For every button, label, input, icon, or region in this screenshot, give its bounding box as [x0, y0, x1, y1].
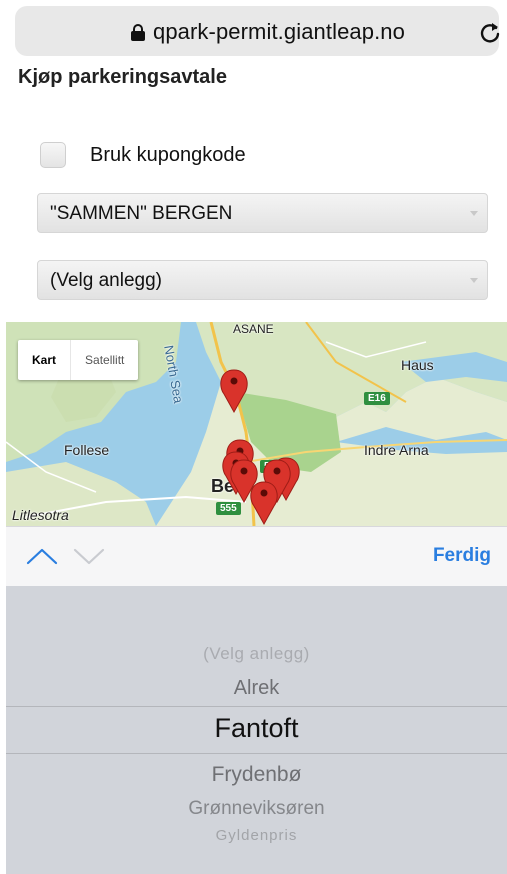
page-title: Kjøp parkeringsavtale: [18, 66, 227, 88]
done-button[interactable]: Ferdig: [433, 545, 491, 567]
address-bar[interactable]: qpark-permit.giantleap.no: [15, 6, 501, 56]
picker-option[interactable]: Alrek: [6, 677, 507, 700]
previous-field-chevron-up-icon[interactable]: [25, 545, 59, 567]
picker-option-selected[interactable]: Fantoft: [6, 713, 507, 744]
next-field-chevron-down-icon[interactable]: [72, 545, 106, 567]
picker-selection-bottom-line: [6, 753, 507, 754]
map[interactable]: Kart Satellitt ASANE North Sea Haus Foll…: [6, 322, 507, 526]
map-pin[interactable]: [220, 369, 248, 413]
picker-option[interactable]: Frydenbø: [6, 763, 507, 787]
picker-selection-top-line: [6, 706, 507, 707]
coupon-checkbox-row[interactable]: Bruk kupongkode: [40, 140, 246, 170]
chevron-down-icon: [461, 194, 487, 232]
browser-chrome: qpark-permit.giantleap.no: [0, 0, 507, 64]
facility-select-value: (Velg anlegg): [50, 270, 162, 291]
facility-select[interactable]: (Velg anlegg): [37, 260, 488, 300]
reload-icon[interactable]: [479, 22, 501, 44]
city-select-value: "SAMMEN" BERGEN: [50, 203, 233, 224]
coupon-label[interactable]: Bruk kupongkode: [90, 144, 246, 167]
picker-option[interactable]: Gyldenpris: [6, 827, 507, 844]
facility-picker-wheel[interactable]: (Velg anlegg) Alrek Fantoft Frydenbø Grø…: [6, 586, 507, 874]
city-select[interactable]: "SAMMEN" BERGEN: [37, 193, 488, 233]
picker-toolbar: Ferdig: [6, 526, 507, 586]
chevron-down-icon: [461, 261, 487, 299]
picker-option[interactable]: Grønneviksøren: [6, 798, 507, 820]
coupon-checkbox[interactable]: [40, 142, 66, 168]
url-text[interactable]: qpark-permit.giantleap.no: [153, 19, 405, 45]
picker-option[interactable]: (Velg anlegg): [6, 644, 507, 664]
map-pin[interactable]: [250, 481, 278, 525]
map-pins: [220, 369, 300, 525]
lock-icon: [131, 24, 145, 41]
